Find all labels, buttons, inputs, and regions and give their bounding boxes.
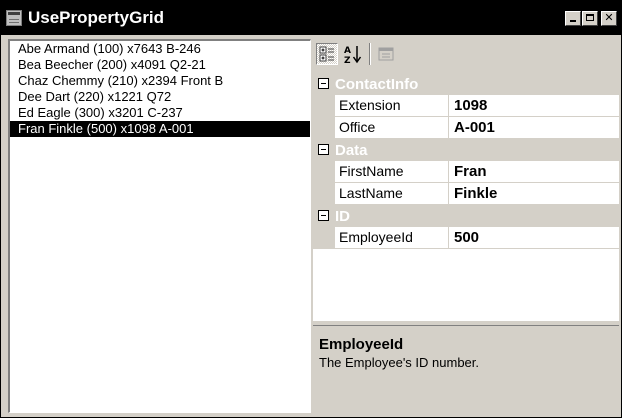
- property-name[interactable]: EmployeeId: [335, 227, 449, 248]
- list-item[interactable]: Dee Dart (220) x1221 Q72: [10, 89, 310, 105]
- property-row[interactable]: Office A-001: [313, 117, 619, 139]
- list-item[interactable]: Ed Eagle (300) x3201 C-237: [10, 105, 310, 121]
- row-gutter: [313, 117, 335, 138]
- main-window: UsePropertyGrid ✕ Abe Armand (100) x7643…: [0, 0, 622, 418]
- list-item[interactable]: Chaz Chemmy (210) x2394 Front B: [10, 73, 310, 89]
- property-value[interactable]: A-001: [454, 117, 495, 138]
- app-icon[interactable]: [6, 10, 22, 26]
- category-label: ID: [335, 208, 350, 225]
- categorized-icon: [319, 46, 334, 62]
- property-grid-toolbar: A Z: [313, 39, 619, 71]
- property-value[interactable]: Finkle: [454, 183, 497, 204]
- property-value[interactable]: 500: [454, 227, 479, 248]
- category-label: Data: [335, 142, 368, 159]
- close-button[interactable]: ✕: [601, 11, 617, 26]
- description-text: The Employee's ID number.: [319, 355, 479, 370]
- minimize-icon: [570, 20, 576, 22]
- category-row-contactinfo[interactable]: ContactInfo: [313, 73, 619, 95]
- collapse-icon[interactable]: [318, 144, 329, 155]
- maximize-button[interactable]: [582, 11, 598, 26]
- alphabetical-sort-icon: A Z: [344, 46, 362, 66]
- description-title: EmployeeId: [319, 336, 404, 353]
- property-row[interactable]: EmployeeId 500: [313, 227, 619, 249]
- list-item[interactable]: Bea Beecher (200) x4091 Q2-21: [10, 57, 310, 73]
- svg-text:Z: Z: [344, 56, 351, 65]
- property-value[interactable]: 1098: [454, 95, 487, 116]
- row-gutter: [313, 227, 335, 248]
- maximize-icon: [586, 14, 594, 21]
- close-icon: ✕: [604, 11, 614, 24]
- property-name[interactable]: LastName: [335, 183, 449, 204]
- property-name[interactable]: Office: [335, 117, 449, 138]
- collapse-icon[interactable]: [318, 78, 329, 89]
- employee-listbox[interactable]: Abe Armand (100) x7643 B-246 Bea Beecher …: [8, 39, 311, 413]
- collapse-icon[interactable]: [318, 210, 329, 221]
- category-row-id[interactable]: ID: [313, 205, 619, 227]
- row-gutter: [313, 161, 335, 182]
- property-pages-button[interactable]: [375, 43, 397, 65]
- title-bar[interactable]: UsePropertyGrid ✕: [1, 1, 621, 35]
- property-row[interactable]: FirstName Fran: [313, 161, 619, 183]
- property-name[interactable]: Extension: [335, 95, 449, 116]
- categorized-button[interactable]: [316, 43, 338, 65]
- row-gutter: [313, 183, 335, 204]
- property-row[interactable]: LastName Finkle: [313, 183, 619, 205]
- property-grid[interactable]: ContactInfo Extension 1098 Office A-001 Data F…: [313, 73, 619, 321]
- category-row-data[interactable]: Data: [313, 139, 619, 161]
- list-item[interactable]: Abe Armand (100) x7643 B-246: [10, 41, 310, 57]
- alphabetical-button[interactable]: A Z: [342, 43, 364, 66]
- minimize-button[interactable]: [565, 11, 581, 26]
- toolbar-separator: [369, 43, 371, 65]
- property-pages-icon: [378, 47, 394, 61]
- row-gutter: [313, 95, 335, 116]
- property-row[interactable]: Extension 1098: [313, 95, 619, 117]
- svg-text:A: A: [344, 46, 351, 56]
- window-title: UsePropertyGrid: [28, 8, 165, 27]
- category-label: ContactInfo: [335, 76, 419, 93]
- description-pane: EmployeeId The Employee's ID number.: [313, 325, 619, 413]
- list-item[interactable]: Fran Finkle (500) x1098 A-001: [10, 121, 310, 137]
- property-name[interactable]: FirstName: [335, 161, 449, 182]
- property-value[interactable]: Fran: [454, 161, 487, 182]
